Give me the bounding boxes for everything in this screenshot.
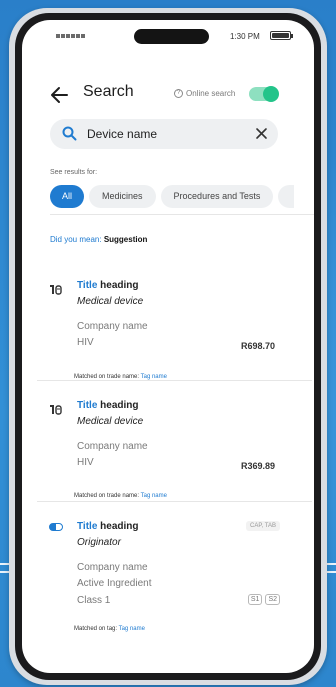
divider xyxy=(37,380,312,381)
camera-notch xyxy=(134,29,209,44)
signal-icon xyxy=(56,34,85,38)
filter-label: See results for: xyxy=(50,169,98,176)
help-icon[interactable]: ? xyxy=(174,89,183,98)
medical-device-icon xyxy=(50,285,62,295)
result-subtitle: Originator xyxy=(77,537,121,548)
result-title: Title heading xyxy=(77,521,139,532)
dosage-form-badge: CAP, TAB xyxy=(245,521,280,531)
result-class: Class 1 xyxy=(77,595,111,606)
result-card[interactable]: Title heading Medical device Company nam… xyxy=(22,398,314,518)
status-bar: 1:30 PM xyxy=(22,20,314,50)
result-ingredient: Active Ingredient xyxy=(77,578,152,589)
divider xyxy=(50,214,314,215)
suggestion-link[interactable]: Suggestion xyxy=(104,235,148,244)
result-title-keyword: Title xyxy=(77,280,98,291)
result-company: Company name xyxy=(77,321,148,332)
toggle-knob xyxy=(263,86,279,102)
result-subtitle: Medical device xyxy=(77,416,144,427)
schedule-badge: S2 xyxy=(265,594,280,605)
schedule-badge: S1 xyxy=(247,594,263,605)
online-search-toggle[interactable] xyxy=(249,86,279,102)
matched-info: Matched on trade name: Tag name xyxy=(74,493,167,499)
result-category: HIV xyxy=(77,457,94,468)
chip-more[interactable] xyxy=(278,185,295,208)
page-title: Search xyxy=(83,83,134,100)
online-search-label: Online search xyxy=(186,89,236,98)
result-company: Company name xyxy=(77,562,148,573)
page-header: Search ? Online search xyxy=(22,80,314,110)
online-search-label-group: ? Online search xyxy=(174,89,235,98)
chip-medicines[interactable]: Medicines xyxy=(89,185,156,208)
divider xyxy=(37,501,312,502)
matched-prefix: Matched on trade name: xyxy=(74,493,141,499)
search-input[interactable]: Device name xyxy=(87,127,157,141)
schedule-badges: S1 S2 xyxy=(247,594,280,605)
close-icon[interactable] xyxy=(255,127,268,140)
result-title-keyword: Title xyxy=(77,400,98,411)
status-time: 1:30 PM xyxy=(230,32,260,41)
back-arrow-icon[interactable] xyxy=(49,84,71,106)
result-subtitle: Medical device xyxy=(77,296,144,307)
medical-device-icon xyxy=(50,405,62,415)
phone-frame: 1:30 PM Search ? Online search Device na… xyxy=(15,13,321,680)
background-dash-right xyxy=(326,563,336,573)
search-bar[interactable]: Device name xyxy=(50,119,278,149)
search-icon xyxy=(62,126,77,141)
result-title-keyword: Title xyxy=(77,521,98,532)
result-title-rest: heading xyxy=(97,280,139,291)
filter-chips: All Medicines Procedures and Tests xyxy=(50,185,295,208)
app-screen: 1:30 PM Search ? Online search Device na… xyxy=(22,20,314,673)
result-company: Company name xyxy=(77,441,148,452)
did-you-mean-prefix: Did you mean: xyxy=(50,235,104,244)
chip-all[interactable]: All xyxy=(50,185,85,208)
result-price: R698.70 xyxy=(240,341,275,351)
chip-procedures-and-tests[interactable]: Procedures and Tests xyxy=(160,185,274,208)
result-price: R369.89 xyxy=(240,461,275,471)
battery-icon xyxy=(270,31,293,40)
result-category: HIV xyxy=(77,337,94,348)
matched-prefix: Matched on tag: xyxy=(74,626,119,632)
result-title-rest: heading xyxy=(97,400,139,411)
matched-tag[interactable]: Tag name xyxy=(141,493,167,499)
matched-info: Matched on tag: Tag name xyxy=(74,626,145,632)
matched-tag[interactable]: Tag name xyxy=(119,626,145,632)
result-title-rest: heading xyxy=(97,521,139,532)
capsule-icon xyxy=(49,523,63,531)
did-you-mean: Did you mean: Suggestion xyxy=(50,235,147,244)
result-card[interactable]: Title heading CAP, TAB Originator Compan… xyxy=(22,520,314,650)
result-title: Title heading xyxy=(77,280,139,291)
result-title: Title heading xyxy=(77,400,139,411)
